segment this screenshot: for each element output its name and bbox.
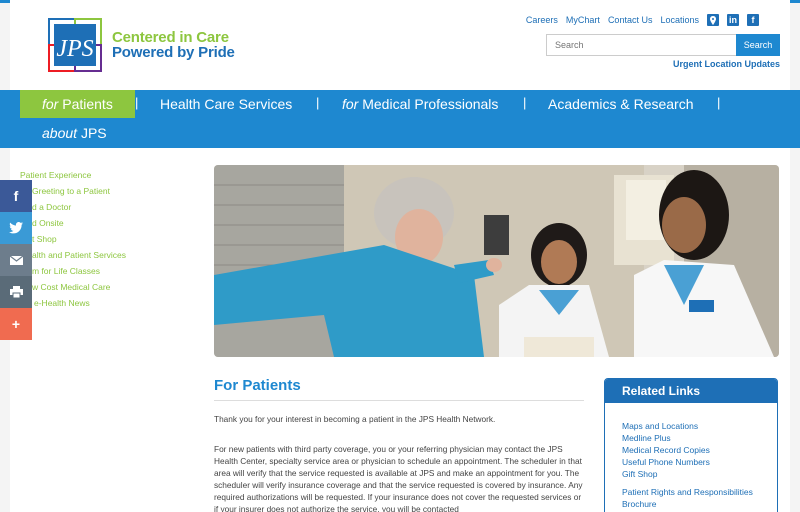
facebook-icon[interactable]: f	[747, 14, 759, 26]
nav-separator: |	[523, 95, 527, 110]
location-pin-icon[interactable]	[707, 14, 719, 26]
nav-about-jps[interactable]: about JPS	[42, 125, 107, 141]
related-link[interactable]: Maps and Locations	[622, 420, 777, 432]
related-link[interactable]: Brochure	[622, 498, 777, 510]
nav-separator: |	[316, 95, 320, 110]
nav-academics-research[interactable]: Academics & Research	[548, 96, 694, 112]
sidebar-item[interactable]: w Cost Medical Care	[20, 279, 126, 295]
email-share-icon[interactable]	[0, 244, 32, 276]
sidebar-item[interactable]: alth and Patient Services	[20, 247, 126, 263]
sidebar-item[interactable]: Patient Experience	[20, 167, 126, 183]
nav-for-patients[interactable]: for Patients	[42, 96, 113, 112]
related-link[interactable]: Medical Record Copies	[622, 444, 777, 456]
sidebar-item[interactable]: e-Health News	[20, 295, 126, 311]
linkedin-icon[interactable]: in	[727, 14, 739, 26]
hero-photo	[214, 165, 779, 357]
sidebar-item[interactable]: t Shop	[20, 231, 126, 247]
more-share-icon[interactable]: +	[0, 308, 32, 340]
nav-health-care-services[interactable]: Health Care Services	[160, 96, 292, 112]
main-nav: for Patients | Health Care Services | fo…	[0, 90, 800, 148]
related-link[interactable]: Useful Phone Numbers	[622, 456, 777, 468]
urgent-location-updates-link[interactable]: Urgent Location Updates	[673, 59, 780, 69]
related-link[interactable]: Patient Rights and Responsibilities	[622, 486, 777, 498]
nav-for-medical-professionals[interactable]: for Medical Professionals	[342, 96, 498, 112]
related-links-box: Related Links Maps and Locations Medline…	[604, 378, 778, 512]
mychart-link[interactable]: MyChart	[566, 15, 600, 25]
search-button[interactable]: Search	[736, 34, 780, 56]
sidebar-item[interactable]: Greeting to a Patient	[20, 183, 126, 199]
svg-text:JPS: JPS	[56, 36, 93, 62]
jps-logo[interactable]: JPS	[48, 18, 102, 72]
nav-separator: |	[717, 95, 721, 110]
share-bar: f +	[0, 180, 32, 340]
search-input[interactable]	[546, 34, 736, 56]
search-bar: Search	[546, 34, 780, 56]
body-paragraph: For new patients with third party covera…	[214, 444, 583, 512]
utility-links: Careers MyChart Contact Us Locations in …	[526, 14, 759, 26]
related-link[interactable]: Medline Plus	[622, 432, 777, 444]
divider	[214, 400, 584, 401]
intro-paragraph: Thank you for your interest in becoming …	[214, 414, 496, 424]
sidebar-item[interactable]: d a Doctor	[20, 199, 126, 215]
related-link[interactable]: Gift Shop	[622, 468, 777, 480]
sidebar-item[interactable]: m for Life Classes	[20, 263, 126, 279]
careers-link[interactable]: Careers	[526, 15, 558, 25]
nav-separator: |	[135, 95, 139, 110]
facebook-share-icon[interactable]: f	[0, 180, 32, 212]
tagline-line2: Powered by Pride	[112, 44, 235, 61]
page: JPS Centered in Care Powered by Pride Ca…	[0, 0, 800, 512]
print-share-icon[interactable]	[0, 276, 32, 308]
related-links-title: Related Links	[605, 379, 777, 403]
sidebar-item[interactable]: d Onsite	[20, 215, 126, 231]
twitter-share-icon[interactable]	[0, 212, 32, 244]
contact-us-link[interactable]: Contact Us	[608, 15, 653, 25]
related-links-list: Maps and Locations Medline Plus Medical …	[605, 403, 777, 510]
page-title: For Patients	[214, 377, 301, 394]
sidebar-nav: Patient Experience Greeting to a Patient…	[20, 167, 126, 311]
locations-link[interactable]: Locations	[660, 15, 699, 25]
